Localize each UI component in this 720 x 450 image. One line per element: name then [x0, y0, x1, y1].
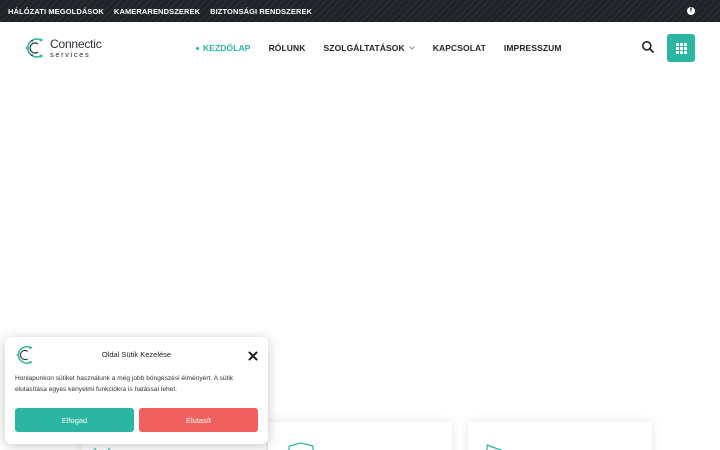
nav-item-contact[interactable]: KAPCSOLAT [433, 43, 486, 53]
facebook-icon[interactable]: f [687, 7, 695, 15]
main-header: Connectic services KEZDŐLAP RÓLUNK SZOLG… [0, 22, 720, 74]
logo-mark-icon [25, 38, 43, 58]
nav-item-services[interactable]: SZOLGÁLTATÁSOK [324, 43, 415, 53]
nav-item-impressum[interactable]: IMPRESSZUM [504, 43, 562, 53]
active-dot-icon [196, 46, 199, 50]
nav-item-services-label: SZOLGÁLTATÁSOK [323, 43, 405, 53]
cookie-title: Oldal Sütik Kezelése [101, 350, 172, 359]
shield-icon [288, 442, 314, 450]
grid-menu-button[interactable] [667, 34, 695, 62]
logo-sub: services [50, 49, 91, 59]
top-link-security[interactable]: BIZTONSÁGI RENDSZEREK [210, 7, 312, 16]
search-icon[interactable] [641, 40, 655, 54]
close-icon[interactable] [248, 348, 258, 361]
reject-cookies-button[interactable]: Elutasít [139, 408, 258, 432]
logo-brand: Connectic [50, 36, 102, 51]
nav-item-about[interactable]: RÓLUNK [269, 43, 306, 53]
cookie-description: Honlapunkon sütiket használunk a még job… [15, 375, 234, 393]
top-link-cameras[interactable]: KAMERARENDSZEREK [114, 7, 200, 16]
grid-icon [675, 42, 687, 54]
chevron-down-icon [408, 46, 415, 50]
service-card-2[interactable] [268, 422, 452, 450]
accept-cookies-button[interactable]: Elfogad [15, 408, 134, 432]
service-card-3[interactable] [468, 422, 652, 450]
camera-icon [486, 444, 503, 450]
nav-item-home[interactable]: KEZDŐLAP [196, 43, 251, 53]
cookie-consent-dialog: Oldal Sütik Kezelése Honlapunkon sütiket… [5, 337, 268, 444]
top-links: HÁLÓZATI MEGOLDÁSOK KAMERARENDSZEREK BIZ… [8, 7, 312, 16]
top-bar: HÁLÓZATI MEGOLDÁSOK KAMERARENDSZEREK BIZ… [0, 0, 720, 22]
nav-item-impressum-label: IMPRESSZUM [503, 43, 562, 53]
nav-item-home-label: KEZDŐLAP [203, 43, 251, 53]
top-link-network[interactable]: HÁLÓZATI MEGOLDÁSOK [8, 7, 104, 16]
nav-item-about-label: RÓLUNK [268, 43, 306, 53]
nav-item-contact-label: KAPCSOLAT [432, 43, 486, 53]
site-logo[interactable]: Connectic services [24, 36, 102, 60]
main-nav: KEZDŐLAP RÓLUNK SZOLGÁLTATÁSOK KAPCSOLAT… [196, 43, 580, 53]
